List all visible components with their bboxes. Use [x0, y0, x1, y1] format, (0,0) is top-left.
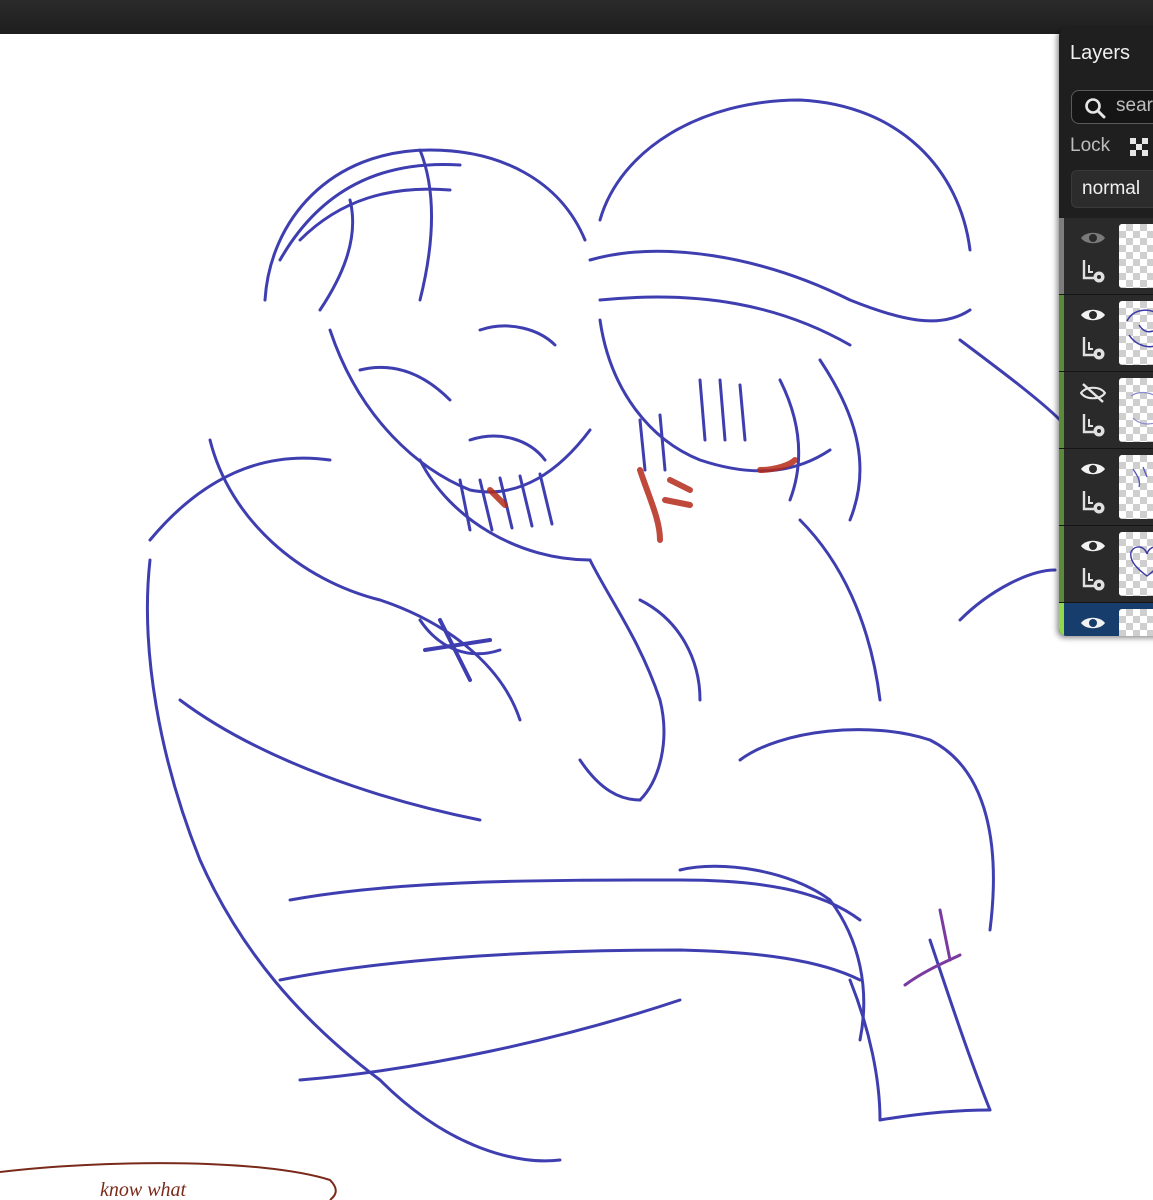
layer-color-stripe: [1059, 218, 1064, 294]
lock-label: Lock: [1070, 135, 1111, 156]
eye-icon[interactable]: [1080, 228, 1106, 248]
layer-thumbnail[interactable]: [1119, 532, 1153, 596]
sketch-thumbnail-icon: [1130, 546, 1153, 577]
layers-panel: Layers Lock normal: [1059, 28, 1153, 636]
app-titlebar: [0, 0, 1153, 35]
clip-visibility-icon[interactable]: [1080, 489, 1106, 515]
red-accent-strokes: [487, 457, 798, 543]
eye-icon[interactable]: [1080, 536, 1106, 556]
blend-mode-value: normal: [1082, 178, 1141, 199]
cap-stroke: [598, 98, 972, 252]
layer-row[interactable]: [1059, 449, 1153, 526]
sketch-thumbnail-icon: [1132, 466, 1148, 488]
layer-color-stripe: [1059, 449, 1064, 525]
layer-row[interactable]: [1059, 295, 1153, 372]
clip-visibility-icon[interactable]: [1080, 566, 1106, 592]
layer-thumbnail[interactable]: [1119, 609, 1153, 636]
eye-icon[interactable]: [1080, 613, 1106, 633]
eye-hidden-icon[interactable]: [1080, 382, 1106, 404]
clip-visibility-icon[interactable]: [1080, 412, 1106, 438]
sketch-thumbnail-icon: [1126, 309, 1153, 348]
checker-lock-icon[interactable]: [1128, 136, 1150, 158]
layer-color-stripe: [1059, 603, 1064, 636]
layer-color-stripe: [1059, 526, 1064, 602]
layer-thumbnail[interactable]: [1119, 378, 1153, 442]
layer-row[interactable]: [1059, 372, 1153, 449]
eye-icon[interactable]: [1080, 459, 1106, 479]
layer-search-input[interactable]: [1116, 95, 1153, 117]
drawing-canvas[interactable]: know what: [0, 34, 1153, 1200]
layer-color-stripe: [1059, 295, 1064, 371]
eye-icon[interactable]: [1080, 305, 1106, 325]
layer-thumbnail[interactable]: [1119, 455, 1153, 519]
clip-visibility-icon[interactable]: [1080, 258, 1106, 284]
layer-thumbnail[interactable]: [1119, 301, 1153, 365]
layer-row[interactable]: [1059, 526, 1153, 603]
clip-visibility-icon[interactable]: [1080, 335, 1106, 361]
lock-row: Lock: [1070, 135, 1150, 159]
note-text: know what: [100, 1179, 187, 1200]
search-icon: [1085, 98, 1106, 119]
sketch-artwork: know what: [0, 98, 1062, 1200]
layer-search-field[interactable]: [1071, 90, 1153, 124]
panel-title: Layers: [1070, 42, 1131, 64]
layer-thumbnail[interactable]: [1119, 224, 1153, 288]
layer-color-stripe: [1059, 372, 1064, 448]
layer-row[interactable]: [1059, 218, 1153, 295]
sketch-thumbnail-icon: [1130, 391, 1153, 425]
layer-list: [1059, 218, 1153, 636]
layer-row-selected[interactable]: [1059, 603, 1153, 636]
blend-mode-select[interactable]: normal: [1071, 170, 1153, 208]
